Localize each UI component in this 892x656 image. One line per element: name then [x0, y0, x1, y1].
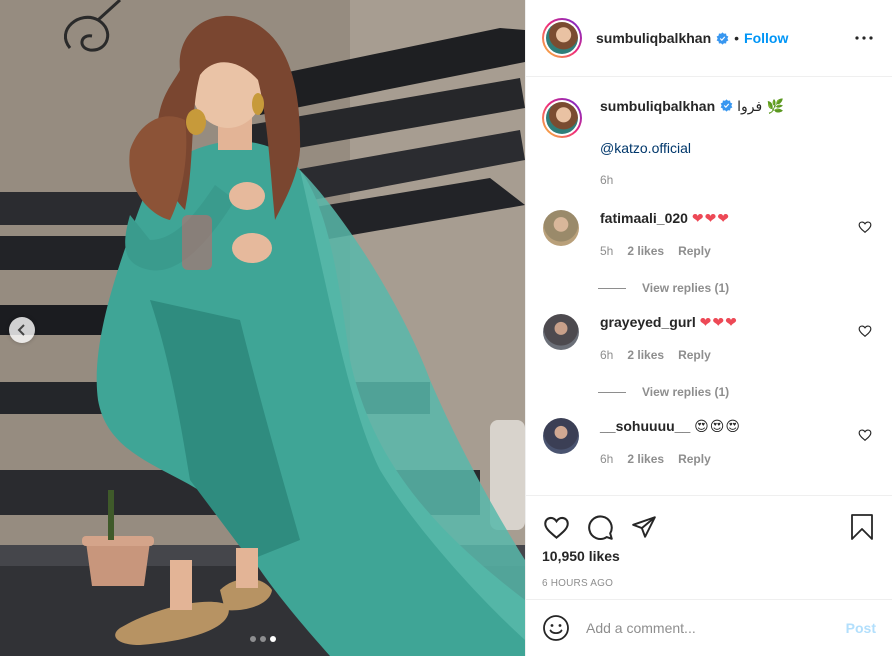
post-caption: sumbuliqbalkhan فروا 🌿 @katzo.official 6h	[542, 77, 876, 187]
comment-username[interactable]: grayeyed_gurl	[600, 314, 696, 330]
reply-button[interactable]: Reply	[678, 244, 711, 258]
comment-item: fatimaali_020 ❤❤❤ 5h 2 likes Reply	[542, 210, 876, 258]
carousel-dot-active	[269, 636, 276, 642]
view-replies-label: View replies (1)	[642, 385, 730, 399]
post-photo	[0, 0, 525, 656]
caption-text: فروا 🌿	[737, 99, 785, 115]
comments-list[interactable]: sumbuliqbalkhan فروا 🌿 @katzo.official 6h…	[526, 77, 892, 495]
view-replies-button[interactable]: View replies (1)	[598, 281, 876, 295]
comment-username[interactable]: __sohuuuu__	[600, 418, 690, 434]
view-replies-label: View replies (1)	[642, 281, 730, 295]
comment-text: 😍😍😍	[694, 419, 741, 435]
comment-likes[interactable]: 2 likes	[627, 244, 664, 258]
heart-icon[interactable]	[858, 220, 872, 234]
action-bar	[526, 496, 892, 546]
avatar[interactable]	[542, 98, 582, 138]
post-media[interactable]	[0, 0, 525, 656]
comment-timestamp[interactable]: 6h	[600, 348, 613, 362]
comment-username[interactable]: fatimaali_020	[600, 210, 688, 226]
comment-timestamp[interactable]: 5h	[600, 244, 613, 258]
comment-likes[interactable]: 2 likes	[627, 452, 664, 466]
bookmark-icon	[851, 514, 873, 540]
caption-mention-link[interactable]: @katzo.official	[600, 140, 784, 156]
add-comment-form: Post	[526, 599, 892, 656]
avatar[interactable]	[543, 418, 579, 454]
carousel-prev-button[interactable]	[9, 317, 35, 343]
post-header: sumbuliqbalkhan • Follow	[526, 0, 892, 77]
reply-button[interactable]: Reply	[678, 348, 711, 362]
chevron-left-icon	[17, 324, 25, 336]
more-options-icon	[855, 36, 873, 40]
carousel-dot	[259, 636, 266, 642]
emoji-icon[interactable]	[542, 614, 570, 642]
avatar[interactable]	[543, 210, 579, 246]
comment-item: grayeyed_gurl ❤❤❤ 6h 2 likes Reply	[542, 314, 876, 362]
heart-icon[interactable]	[858, 324, 872, 338]
like-button[interactable]	[542, 513, 570, 541]
reply-button[interactable]: Reply	[678, 452, 711, 466]
heart-icon	[543, 516, 569, 539]
verified-badge-icon	[720, 99, 733, 112]
comment-timestamp[interactable]: 6h	[600, 452, 613, 466]
comment-button[interactable]	[586, 513, 614, 541]
post-comment-button[interactable]: Post	[846, 620, 876, 636]
caption-timestamp[interactable]: 6h	[600, 173, 784, 187]
comment-input[interactable]	[586, 620, 846, 636]
comment-likes[interactable]: 2 likes	[627, 348, 664, 362]
heart-icon[interactable]	[858, 428, 872, 442]
share-icon	[632, 516, 656, 538]
verified-badge-icon	[716, 31, 729, 45]
carousel-indicator	[0, 636, 525, 642]
post-timestamp[interactable]: 6 HOURS AGO	[526, 578, 892, 589]
save-button[interactable]	[848, 513, 876, 541]
comment-text: ❤❤❤	[691, 211, 731, 227]
header-separator: •	[734, 30, 740, 46]
post-side-panel: sumbuliqbalkhan • Follow sumbuliqbalkhan…	[525, 0, 892, 656]
more-options-button[interactable]	[852, 26, 876, 50]
follow-button[interactable]: Follow	[744, 30, 788, 46]
avatar[interactable]	[542, 18, 582, 58]
comment-icon	[587, 514, 613, 540]
comment-item: __sohuuuu__ 😍😍😍 6h 2 likes Reply	[542, 418, 876, 466]
carousel-dot	[249, 636, 256, 642]
avatar[interactable]	[543, 314, 579, 350]
share-button[interactable]	[630, 513, 658, 541]
header-username[interactable]: sumbuliqbalkhan	[596, 30, 711, 46]
likes-count[interactable]: 10,950 likes	[526, 548, 892, 564]
post-actions-section: 10,950 likes 6 HOURS AGO Post	[526, 495, 892, 656]
caption-username[interactable]: sumbuliqbalkhan	[600, 98, 715, 114]
post-modal: sumbuliqbalkhan • Follow sumbuliqbalkhan…	[0, 0, 892, 656]
view-replies-button[interactable]: View replies (1)	[598, 385, 876, 399]
comment-text: ❤❤❤	[699, 315, 738, 331]
